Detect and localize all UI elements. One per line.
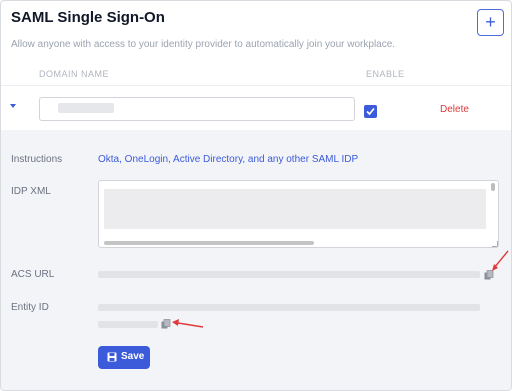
save-label: Save — [121, 351, 145, 362]
annotation-arrow-acs — [492, 250, 509, 271]
redacted-xml — [104, 189, 486, 229]
check-icon — [366, 107, 375, 116]
save-button[interactable]: Save — [98, 346, 150, 369]
redacted-entity-id-line1 — [98, 304, 480, 311]
floppy-disk-icon — [107, 352, 117, 362]
redacted-entity-id-line2 — [98, 321, 158, 328]
page-title: SAML Single Sign-On — [11, 9, 165, 26]
add-domain-button[interactable]: + — [477, 9, 504, 36]
redacted-domain — [58, 103, 114, 113]
plus-icon: + — [485, 12, 496, 32]
table-row — [1, 86, 511, 130]
horizontal-scrollbar[interactable] — [104, 241, 314, 245]
annotation-arrow-entity — [172, 319, 204, 328]
caret-down-icon[interactable] — [10, 104, 16, 108]
idp-xml-textarea[interactable] — [98, 180, 499, 248]
sso-details-panel — [1, 130, 511, 390]
idp-xml-label: IDP XML — [11, 186, 51, 197]
column-header-domain-name: DOMAIN NAME — [39, 69, 110, 79]
column-header-enable: ENABLE — [366, 69, 405, 79]
vertical-scrollbar[interactable] — [491, 183, 495, 191]
acs-url-label: ACS URL — [11, 269, 55, 280]
instructions-link[interactable]: Okta, OneLogin, Active Directory, and an… — [98, 154, 358, 165]
page-subtitle: Allow anyone with access to your identit… — [11, 39, 396, 50]
delete-button[interactable]: Delete — [440, 104, 469, 115]
instructions-label: Instructions — [11, 154, 63, 165]
copy-icon[interactable] — [161, 319, 171, 329]
resize-handle-icon[interactable] — [492, 241, 498, 247]
saml-sso-panel: SAML Single Sign-On Allow anyone with ac… — [0, 0, 512, 391]
entity-id-label: Entity ID — [11, 302, 49, 313]
redacted-acs-url — [98, 271, 480, 278]
enable-checkbox[interactable] — [364, 105, 377, 118]
